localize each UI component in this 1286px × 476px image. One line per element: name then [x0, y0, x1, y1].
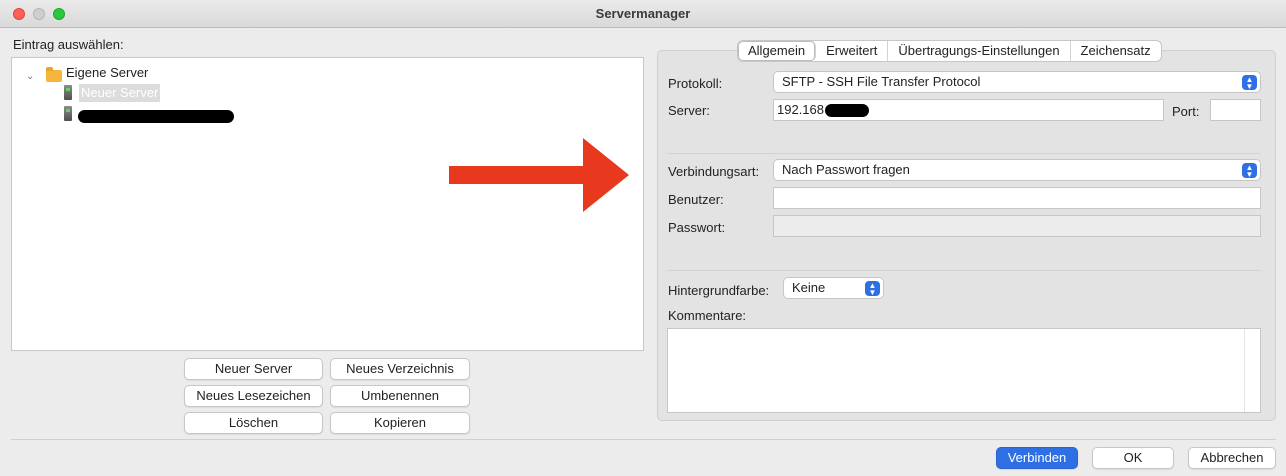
background-color-select[interactable]: Keine ▲ ▼: [783, 277, 884, 299]
protocol-select[interactable]: SFTP - SSH File Transfer Protocol ▲ ▼: [773, 71, 1261, 93]
server-label: Server:: [668, 103, 710, 118]
background-color-value: Keine: [792, 280, 826, 295]
comments-textarea[interactable]: [667, 328, 1261, 413]
connection-type-select[interactable]: Nach Passwort fragen ▲ ▼: [773, 159, 1261, 181]
separator: [667, 153, 1261, 154]
updown-chevron-icon: ▲ ▼: [1242, 75, 1257, 91]
user-label: Benutzer:: [668, 192, 724, 207]
password-input[interactable]: [773, 215, 1261, 237]
new-server-button[interactable]: Neuer Server: [184, 358, 323, 380]
comments-label: Kommentare:: [668, 308, 747, 323]
tree-root-label: Eigene Server: [66, 65, 149, 80]
entry-select-label: Eintrag auswählen:: [13, 37, 124, 52]
footer-separator: [11, 439, 1276, 440]
protocol-label: Protokoll:: [668, 76, 723, 91]
new-bookmark-button[interactable]: Neues Lesezeichen: [184, 385, 323, 407]
cancel-button[interactable]: Abbrechen: [1188, 447, 1276, 469]
window-title: Servermanager: [595, 6, 691, 21]
tab-charset[interactable]: Zeichensatz: [1071, 41, 1161, 61]
title-bar: Servermanager: [0, 0, 1286, 28]
server-input[interactable]: 192.168: [773, 99, 1164, 121]
new-folder-button[interactable]: Neues Verzeichnis: [330, 358, 470, 380]
updown-chevron-icon: ▲ ▼: [865, 281, 880, 297]
tree-root-row[interactable]: ⌄ Eigene Server: [12, 64, 312, 82]
tab-general[interactable]: Allgemein: [738, 41, 817, 61]
ok-button[interactable]: OK: [1092, 447, 1174, 469]
copy-button[interactable]: Kopieren: [330, 412, 470, 434]
redacted-label: [78, 110, 234, 123]
tree-item-redacted[interactable]: [64, 105, 244, 123]
user-input[interactable]: [773, 187, 1261, 209]
port-input[interactable]: [1210, 99, 1261, 121]
server-icon: [64, 85, 72, 100]
connect-button[interactable]: Verbinden: [996, 447, 1078, 469]
connection-type-label: Verbindungsart:: [668, 164, 760, 179]
chevron-down-icon[interactable]: ⌄: [26, 68, 34, 86]
red-arrow-annotation: [449, 138, 629, 212]
redacted-server-part: [825, 104, 869, 117]
server-icon: [64, 106, 72, 121]
scrollbar[interactable]: [1244, 329, 1260, 412]
updown-chevron-icon: ▲ ▼: [1242, 163, 1257, 179]
background-color-label: Hintergrundfarbe:: [668, 283, 770, 298]
protocol-value: SFTP - SSH File Transfer Protocol: [782, 74, 981, 89]
tree-item-label: Neuer Server: [79, 84, 161, 102]
password-label: Passwort:: [668, 220, 726, 235]
folder-icon: [46, 67, 62, 82]
port-label: Port:: [1172, 104, 1200, 119]
delete-button[interactable]: Löschen: [184, 412, 323, 434]
tab-bar: Allgemein Erweitert Übertragungs-Einstel…: [737, 40, 1162, 62]
tab-advanced[interactable]: Erweitert: [816, 41, 889, 61]
server-value: 192.168: [777, 102, 824, 117]
rename-button[interactable]: Umbenennen: [330, 385, 470, 407]
separator: [667, 270, 1261, 271]
tab-transfer-settings[interactable]: Übertragungs-Einstellungen: [888, 41, 1071, 61]
connection-type-value: Nach Passwort fragen: [782, 162, 910, 177]
